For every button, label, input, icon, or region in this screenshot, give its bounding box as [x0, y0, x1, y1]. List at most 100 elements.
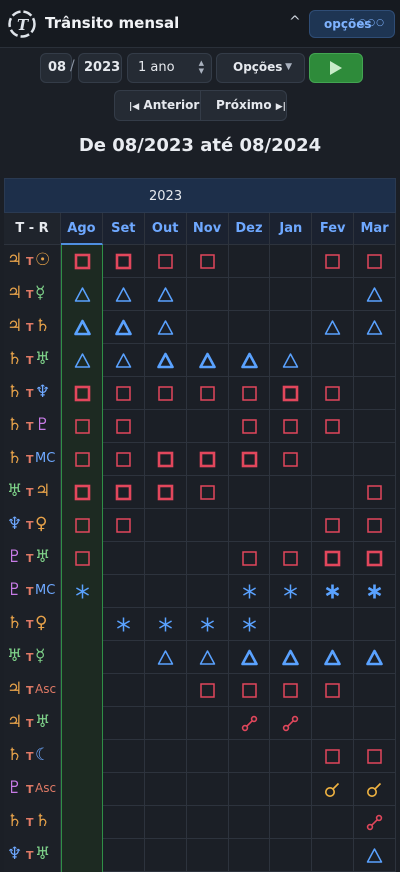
transit-marker: T	[26, 354, 34, 367]
options-button[interactable]: opções ○○○	[309, 10, 395, 38]
aspect-cell[interactable]	[229, 575, 271, 608]
aspect-cell[interactable]	[312, 245, 355, 278]
options-dropdown[interactable]: Opções ▼	[216, 53, 305, 83]
aspect-cell[interactable]	[61, 311, 103, 344]
previous-button[interactable]: |◀ Anterior	[115, 91, 201, 120]
aspect-cell[interactable]	[229, 542, 271, 575]
aspect-cell[interactable]	[270, 575, 313, 608]
aspect-cell[interactable]	[145, 608, 187, 641]
aspect-cell[interactable]	[103, 443, 145, 476]
transit-marker: T	[26, 321, 34, 334]
aspect-cell[interactable]	[354, 245, 396, 278]
aspect-cell[interactable]	[229, 707, 271, 740]
aspect-cell[interactable]	[354, 311, 396, 344]
aspect-cell	[312, 443, 355, 476]
aspect-cell[interactable]	[145, 377, 187, 410]
aspect-cell[interactable]	[312, 377, 355, 410]
aspect-cell[interactable]	[103, 410, 145, 443]
aspect-cell[interactable]	[312, 641, 355, 674]
aspect-cell[interactable]	[229, 410, 271, 443]
period-select[interactable]: 1 ano ▲ ▼	[127, 53, 212, 83]
aspect-cell[interactable]	[187, 377, 229, 410]
aspect-cell[interactable]	[270, 707, 313, 740]
aspect-cell[interactable]	[354, 773, 396, 806]
aspect-cell[interactable]	[270, 542, 313, 575]
aspect-cell[interactable]	[229, 674, 271, 707]
aspect-cell[interactable]	[229, 344, 271, 377]
aspect-cell[interactable]	[103, 476, 145, 509]
transit-marker: T	[26, 585, 34, 598]
aspect-cell[interactable]	[312, 542, 355, 575]
aspect-cell[interactable]	[103, 344, 145, 377]
aspect-cell[interactable]	[61, 377, 103, 410]
aspect-cell[interactable]	[270, 641, 313, 674]
aspect-cell[interactable]	[145, 476, 187, 509]
aspect-cell[interactable]	[187, 443, 229, 476]
aspect-cell[interactable]	[145, 311, 187, 344]
aspect-cell[interactable]	[103, 278, 145, 311]
aspect-cell[interactable]	[354, 509, 396, 542]
square-aspect-icon	[116, 518, 131, 533]
aspect-cell[interactable]	[270, 443, 313, 476]
aspect-cell[interactable]	[270, 410, 313, 443]
aspect-cell[interactable]	[312, 509, 355, 542]
collapse-chevron-icon[interactable]: ^	[289, 14, 301, 30]
trine-aspect-icon	[74, 353, 91, 368]
aspect-cell[interactable]	[354, 839, 396, 872]
aspect-cell[interactable]	[61, 476, 103, 509]
aspect-cell[interactable]	[145, 641, 187, 674]
aspect-cell[interactable]	[270, 344, 313, 377]
aspect-cell[interactable]	[229, 641, 271, 674]
aspect-cell[interactable]	[187, 476, 229, 509]
aspect-cell[interactable]	[312, 773, 355, 806]
aspect-cell[interactable]	[103, 311, 145, 344]
aspect-cell[interactable]	[312, 740, 355, 773]
aspect-cell[interactable]	[312, 575, 355, 608]
aspect-cell[interactable]	[354, 476, 396, 509]
aspect-cell[interactable]	[354, 641, 396, 674]
aspect-cell[interactable]	[145, 245, 187, 278]
run-button[interactable]	[309, 53, 363, 83]
aspect-cell[interactable]	[103, 377, 145, 410]
aspect-cell[interactable]	[270, 377, 313, 410]
aspect-cell[interactable]	[145, 344, 187, 377]
aspect-cell[interactable]	[61, 344, 103, 377]
aspect-cell[interactable]	[61, 575, 103, 608]
aspect-cell[interactable]	[354, 575, 396, 608]
aspect-cell[interactable]	[312, 311, 355, 344]
aspect-cell[interactable]	[145, 278, 187, 311]
aspect-cell	[187, 575, 229, 608]
aspect-cell[interactable]	[354, 806, 396, 839]
next-button[interactable]: Próximo ▶|	[201, 91, 287, 120]
aspect-cell[interactable]	[312, 674, 355, 707]
aspect-cell[interactable]	[103, 608, 145, 641]
aspect-cell[interactable]	[354, 278, 396, 311]
year-input[interactable]: 2023	[78, 53, 122, 83]
aspect-cell[interactable]	[61, 278, 103, 311]
aspect-cell[interactable]	[61, 410, 103, 443]
aspect-cell[interactable]	[229, 443, 271, 476]
aspect-cell[interactable]	[187, 608, 229, 641]
aspect-cell[interactable]	[270, 674, 313, 707]
aspect-cell[interactable]	[61, 245, 103, 278]
aspect-cell[interactable]	[61, 542, 103, 575]
month-input[interactable]: 08	[40, 53, 72, 83]
page-title: Trânsito mensal	[45, 14, 180, 32]
aspect-cell[interactable]	[187, 674, 229, 707]
aspect-cell[interactable]	[312, 410, 355, 443]
transit-marker: T	[26, 453, 34, 466]
aspect-cell[interactable]	[145, 443, 187, 476]
aspect-cell[interactable]	[61, 509, 103, 542]
aspect-cell[interactable]	[187, 344, 229, 377]
month-header-mar: Mar	[354, 213, 396, 245]
aspect-cell[interactable]	[61, 443, 103, 476]
aspect-cell[interactable]	[103, 509, 145, 542]
aspect-cell[interactable]	[229, 608, 271, 641]
aspect-cell[interactable]	[103, 245, 145, 278]
aspect-cell[interactable]	[187, 641, 229, 674]
aspect-cell	[312, 806, 355, 839]
aspect-cell[interactable]	[354, 542, 396, 575]
aspect-cell[interactable]	[187, 245, 229, 278]
aspect-cell[interactable]	[229, 377, 271, 410]
aspect-cell[interactable]	[354, 740, 396, 773]
